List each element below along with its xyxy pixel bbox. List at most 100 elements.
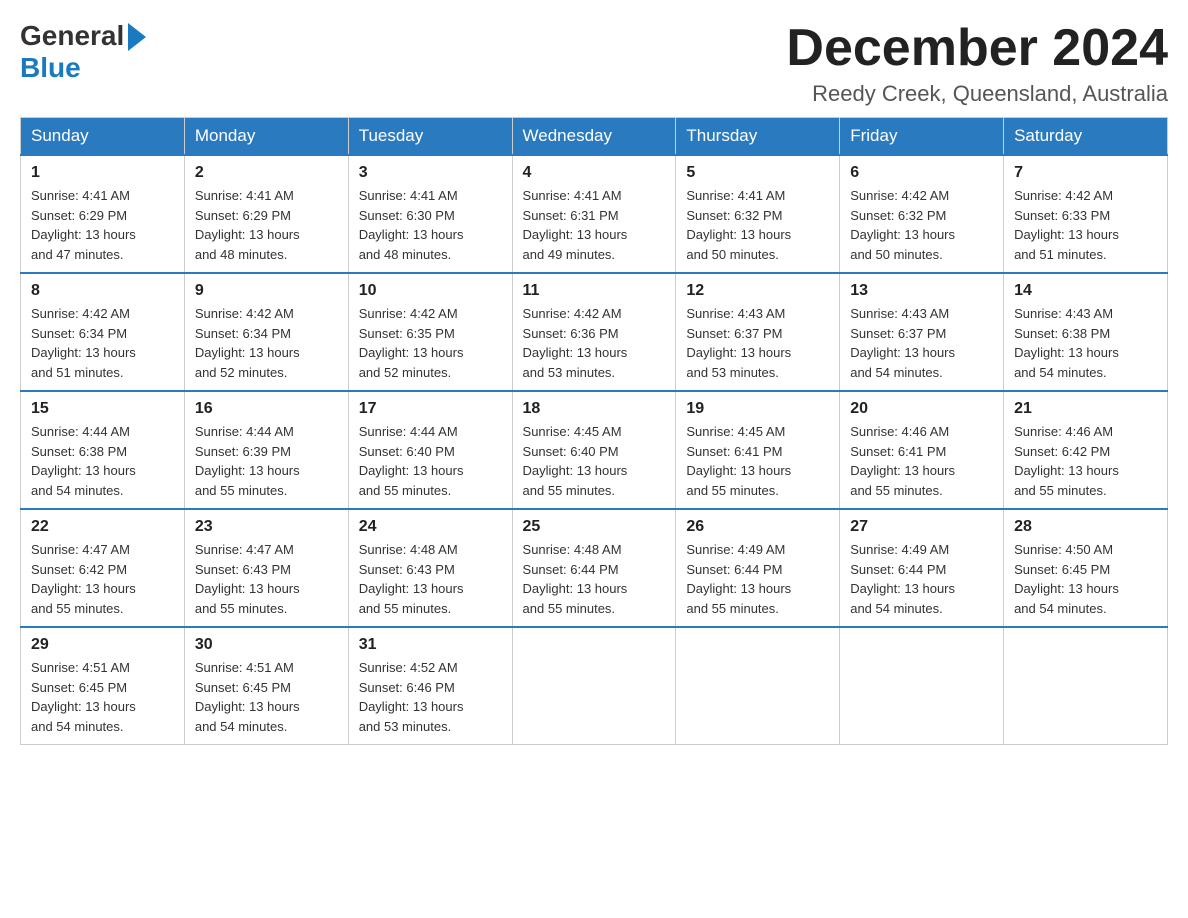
day-info: Sunrise: 4:44 AMSunset: 6:38 PMDaylight:… bbox=[31, 422, 174, 500]
day-info: Sunrise: 4:41 AMSunset: 6:29 PMDaylight:… bbox=[31, 186, 174, 264]
calendar-cell: 8 Sunrise: 4:42 AMSunset: 6:34 PMDaylight… bbox=[21, 273, 185, 391]
day-number: 7 bbox=[1014, 164, 1157, 182]
calendar-cell: 29 Sunrise: 4:51 AMSunset: 6:45 PMDayligh… bbox=[21, 627, 185, 745]
day-number: 9 bbox=[195, 282, 338, 300]
page-header: General Blue December 2024 Reedy Creek, … bbox=[20, 20, 1168, 107]
calendar-cell bbox=[1004, 627, 1168, 745]
calendar-cell: 28 Sunrise: 4:50 AMSunset: 6:45 PMDayligh… bbox=[1004, 509, 1168, 627]
day-number: 1 bbox=[31, 164, 174, 182]
day-number: 6 bbox=[850, 164, 993, 182]
day-info: Sunrise: 4:41 AMSunset: 6:29 PMDaylight:… bbox=[195, 186, 338, 264]
day-number: 23 bbox=[195, 518, 338, 536]
logo-general-text: General bbox=[20, 20, 124, 52]
day-number: 29 bbox=[31, 636, 174, 654]
calendar-cell: 20Sunrise: 4:46 AMSunset: 6:41 PMDayligh… bbox=[840, 391, 1004, 509]
calendar-cell: 31Sunrise: 4:52 AMSunset: 6:46 PMDayligh… bbox=[348, 627, 512, 745]
calendar-cell: 26Sunrise: 4:49 AMSunset: 6:44 PMDayligh… bbox=[676, 509, 840, 627]
day-number: 19 bbox=[686, 400, 829, 418]
day-number: 8 bbox=[31, 282, 174, 300]
weekday-header-tuesday: Tuesday bbox=[348, 118, 512, 156]
logo-arrow-icon bbox=[128, 23, 146, 51]
day-info: Sunrise: 4:49 AMSunset: 6:44 PMDaylight:… bbox=[850, 540, 993, 618]
day-info: Sunrise: 4:44 AMSunset: 6:40 PMDaylight:… bbox=[359, 422, 502, 500]
calendar-cell: 18 Sunrise: 4:45 AMSunset: 6:40 PMDayligh… bbox=[512, 391, 676, 509]
calendar-cell: 5 Sunrise: 4:41 AMSunset: 6:32 PMDaylight… bbox=[676, 155, 840, 273]
weekday-header-monday: Monday bbox=[184, 118, 348, 156]
calendar-cell: 25 Sunrise: 4:48 AMSunset: 6:44 PMDayligh… bbox=[512, 509, 676, 627]
day-number: 4 bbox=[523, 164, 666, 182]
day-number: 14 bbox=[1014, 282, 1157, 300]
day-number: 22 bbox=[31, 518, 174, 536]
day-number: 12 bbox=[686, 282, 829, 300]
calendar-cell: 4 Sunrise: 4:41 AMSunset: 6:31 PMDaylight… bbox=[512, 155, 676, 273]
day-info: Sunrise: 4:41 AMSunset: 6:30 PMDaylight:… bbox=[359, 186, 502, 264]
calendar-cell: 17 Sunrise: 4:44 AMSunset: 6:40 PMDayligh… bbox=[348, 391, 512, 509]
day-info: Sunrise: 4:47 AMSunset: 6:42 PMDaylight:… bbox=[31, 540, 174, 618]
calendar-cell: 22 Sunrise: 4:47 AMSunset: 6:42 PMDayligh… bbox=[21, 509, 185, 627]
day-number: 20 bbox=[850, 400, 993, 418]
calendar-cell: 27 Sunrise: 4:49 AMSunset: 6:44 PMDayligh… bbox=[840, 509, 1004, 627]
day-info: Sunrise: 4:48 AMSunset: 6:44 PMDaylight:… bbox=[523, 540, 666, 618]
day-number: 25 bbox=[523, 518, 666, 536]
calendar-cell bbox=[512, 627, 676, 745]
day-number: 2 bbox=[195, 164, 338, 182]
day-info: Sunrise: 4:42 AMSunset: 6:34 PMDaylight:… bbox=[195, 304, 338, 382]
weekday-header-wednesday: Wednesday bbox=[512, 118, 676, 156]
day-number: 18 bbox=[523, 400, 666, 418]
day-info: Sunrise: 4:51 AMSunset: 6:45 PMDaylight:… bbox=[195, 658, 338, 736]
day-number: 5 bbox=[686, 164, 829, 182]
day-info: Sunrise: 4:45 AMSunset: 6:40 PMDaylight:… bbox=[523, 422, 666, 500]
calendar-cell bbox=[676, 627, 840, 745]
calendar-cell: 16 Sunrise: 4:44 AMSunset: 6:39 PMDayligh… bbox=[184, 391, 348, 509]
weekday-header-friday: Friday bbox=[840, 118, 1004, 156]
day-info: Sunrise: 4:46 AMSunset: 6:42 PMDaylight:… bbox=[1014, 422, 1157, 500]
logo-blue-text: Blue bbox=[20, 52, 81, 84]
calendar-cell: 11 Sunrise: 4:42 AMSunset: 6:36 PMDayligh… bbox=[512, 273, 676, 391]
day-info: Sunrise: 4:50 AMSunset: 6:45 PMDaylight:… bbox=[1014, 540, 1157, 618]
calendar-cell: 24 Sunrise: 4:48 AMSunset: 6:43 PMDayligh… bbox=[348, 509, 512, 627]
month-title: December 2024 bbox=[786, 20, 1168, 77]
day-number: 15 bbox=[31, 400, 174, 418]
day-info: Sunrise: 4:43 AMSunset: 6:38 PMDaylight:… bbox=[1014, 304, 1157, 382]
title-block: December 2024 Reedy Creek, Queensland, A… bbox=[786, 20, 1168, 107]
day-info: Sunrise: 4:42 AMSunset: 6:33 PMDaylight:… bbox=[1014, 186, 1157, 264]
calendar-cell: 14 Sunrise: 4:43 AMSunset: 6:38 PMDayligh… bbox=[1004, 273, 1168, 391]
day-number: 10 bbox=[359, 282, 502, 300]
day-number: 17 bbox=[359, 400, 502, 418]
weekday-header-saturday: Saturday bbox=[1004, 118, 1168, 156]
day-info: Sunrise: 4:52 AMSunset: 6:46 PMDaylight:… bbox=[359, 658, 502, 736]
day-info: Sunrise: 4:45 AMSunset: 6:41 PMDaylight:… bbox=[686, 422, 829, 500]
day-number: 28 bbox=[1014, 518, 1157, 536]
calendar-cell: 7 Sunrise: 4:42 AMSunset: 6:33 PMDaylight… bbox=[1004, 155, 1168, 273]
day-number: 30 bbox=[195, 636, 338, 654]
calendar-cell: 23 Sunrise: 4:47 AMSunset: 6:43 PMDayligh… bbox=[184, 509, 348, 627]
calendar-table: SundayMondayTuesdayWednesdayThursdayFrid… bbox=[20, 117, 1168, 745]
day-info: Sunrise: 4:43 AMSunset: 6:37 PMDaylight:… bbox=[850, 304, 993, 382]
location-title: Reedy Creek, Queensland, Australia bbox=[786, 81, 1168, 107]
day-info: Sunrise: 4:41 AMSunset: 6:32 PMDaylight:… bbox=[686, 186, 829, 264]
day-info: Sunrise: 4:47 AMSunset: 6:43 PMDaylight:… bbox=[195, 540, 338, 618]
day-info: Sunrise: 4:42 AMSunset: 6:36 PMDaylight:… bbox=[523, 304, 666, 382]
day-number: 16 bbox=[195, 400, 338, 418]
calendar-cell: 3Sunrise: 4:41 AMSunset: 6:30 PMDaylight… bbox=[348, 155, 512, 273]
calendar-cell: 6Sunrise: 4:42 AMSunset: 6:32 PMDaylight… bbox=[840, 155, 1004, 273]
calendar-cell bbox=[840, 627, 1004, 745]
day-info: Sunrise: 4:44 AMSunset: 6:39 PMDaylight:… bbox=[195, 422, 338, 500]
calendar-cell: 2 Sunrise: 4:41 AMSunset: 6:29 PMDaylight… bbox=[184, 155, 348, 273]
day-info: Sunrise: 4:43 AMSunset: 6:37 PMDaylight:… bbox=[686, 304, 829, 382]
day-info: Sunrise: 4:41 AMSunset: 6:31 PMDaylight:… bbox=[523, 186, 666, 264]
calendar-cell: 21 Sunrise: 4:46 AMSunset: 6:42 PMDayligh… bbox=[1004, 391, 1168, 509]
weekday-header-sunday: Sunday bbox=[21, 118, 185, 156]
day-number: 21 bbox=[1014, 400, 1157, 418]
day-info: Sunrise: 4:42 AMSunset: 6:34 PMDaylight:… bbox=[31, 304, 174, 382]
weekday-header-thursday: Thursday bbox=[676, 118, 840, 156]
calendar-cell: 1 Sunrise: 4:41 AMSunset: 6:29 PMDaylight… bbox=[21, 155, 185, 273]
calendar-cell: 19 Sunrise: 4:45 AMSunset: 6:41 PMDayligh… bbox=[676, 391, 840, 509]
day-number: 24 bbox=[359, 518, 502, 536]
day-number: 27 bbox=[850, 518, 993, 536]
calendar-cell: 13Sunrise: 4:43 AMSunset: 6:37 PMDayligh… bbox=[840, 273, 1004, 391]
day-info: Sunrise: 4:48 AMSunset: 6:43 PMDaylight:… bbox=[359, 540, 502, 618]
day-info: Sunrise: 4:51 AMSunset: 6:45 PMDaylight:… bbox=[31, 658, 174, 736]
calendar-cell: 12 Sunrise: 4:43 AMSunset: 6:37 PMDayligh… bbox=[676, 273, 840, 391]
day-number: 11 bbox=[523, 282, 666, 300]
